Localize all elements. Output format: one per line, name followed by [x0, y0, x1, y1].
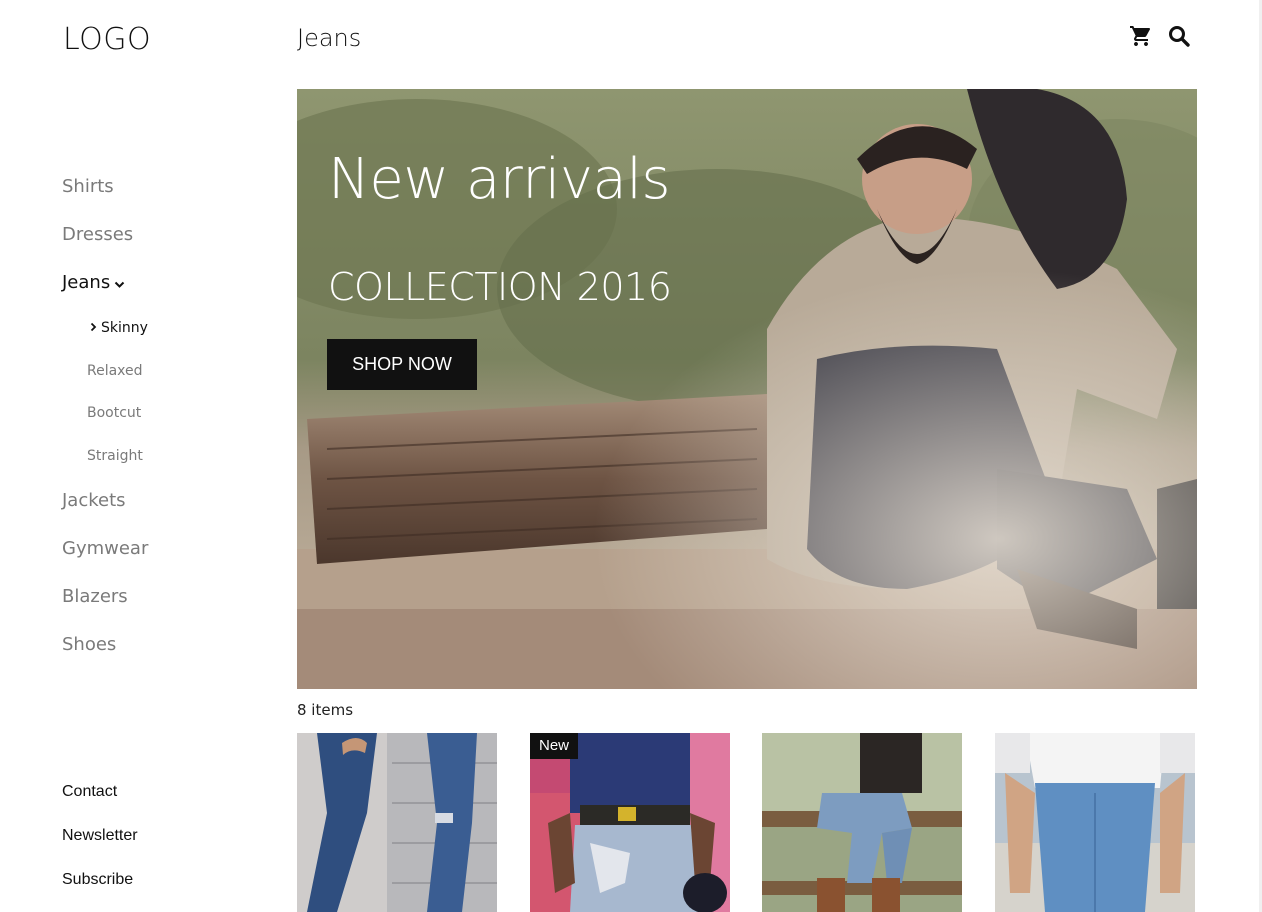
- subscribe-link[interactable]: Subscribe: [62, 871, 133, 889]
- search-button[interactable]: [1166, 23, 1192, 49]
- logo[interactable]: LOGO: [63, 22, 151, 57]
- subcategory-item-straight[interactable]: Straight: [87, 448, 143, 464]
- sidebar-item-gymwear[interactable]: Gymwear: [62, 538, 148, 559]
- product-image: [995, 733, 1195, 912]
- shop-now-button[interactable]: SHOP NOW: [327, 339, 477, 390]
- item-count: 8 items: [297, 701, 354, 719]
- hero-title: New arrivals: [328, 147, 671, 212]
- sidebar-item-label: Shirts: [62, 176, 114, 197]
- product-card[interactable]: New: [530, 733, 730, 912]
- subcategory-label: Bootcut: [87, 405, 142, 421]
- page-title: Jeans: [297, 24, 362, 52]
- sidebar-item-label: Jeans: [62, 272, 111, 293]
- newsletter-link[interactable]: Newsletter: [62, 827, 138, 845]
- subcategory-label: Straight: [87, 448, 143, 464]
- sidebar-item-jackets[interactable]: Jackets: [62, 490, 126, 511]
- cart-icon: [1130, 26, 1151, 46]
- chevron-down-icon: [114, 273, 125, 294]
- subcategory-item-relaxed[interactable]: Relaxed: [87, 363, 143, 379]
- cart-button[interactable]: [1128, 23, 1154, 49]
- sidebar-item-shoes[interactable]: Shoes: [62, 634, 116, 655]
- chevron-right-icon: [90, 320, 97, 336]
- product-card[interactable]: [297, 733, 497, 912]
- subcategory-item-skinny[interactable]: Skinny: [90, 320, 148, 336]
- sidebar-item-label: Shoes: [62, 634, 117, 655]
- new-badge: New: [530, 733, 579, 759]
- sidebar-item-blazers[interactable]: Blazers: [62, 586, 128, 607]
- sidebar-item-label: Gymwear: [62, 538, 149, 559]
- subcategory-item-bootcut[interactable]: Bootcut: [87, 405, 141, 421]
- sidebar-item-label: Blazers: [62, 586, 128, 607]
- product-image: [530, 733, 730, 912]
- sidebar-item-label: Jackets: [62, 490, 126, 511]
- product-card[interactable]: [995, 733, 1195, 912]
- product-card[interactable]: [762, 733, 962, 912]
- contact-link[interactable]: Contact: [62, 783, 117, 801]
- subcategory-label: Skinny: [101, 320, 148, 336]
- sidebar-item-dresses[interactable]: Dresses: [62, 224, 133, 245]
- sidebar-item-jeans[interactable]: Jeans: [62, 272, 125, 294]
- sidebar-item-label: Dresses: [62, 224, 134, 245]
- search-icon: [1169, 26, 1190, 47]
- hero-subtitle: COLLECTION 2016: [328, 265, 672, 309]
- product-image: [762, 733, 962, 912]
- product-image: [297, 733, 497, 912]
- sidebar-item-shirts[interactable]: Shirts: [62, 176, 114, 197]
- hero-banner: New arrivals COLLECTION 2016 SHOP NOW: [297, 89, 1197, 689]
- subcategory-label: Relaxed: [87, 363, 143, 379]
